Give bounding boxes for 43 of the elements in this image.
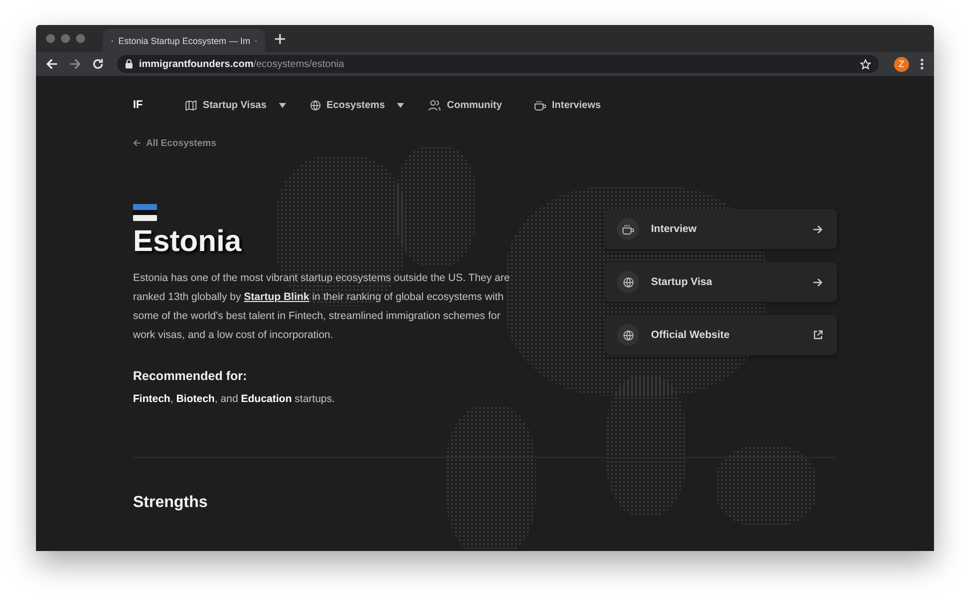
link-card[interactable]: Interview bbox=[605, 209, 837, 249]
startup-blink-link[interactable]: Startup Blink bbox=[244, 291, 310, 303]
section-heading: Strengths bbox=[133, 494, 209, 512]
window-zoom-button[interactable] bbox=[76, 34, 85, 43]
forward-arrow-icon[interactable] bbox=[69, 58, 81, 70]
country-title: Estonia bbox=[133, 225, 242, 259]
recommended-heading: Recommended for: bbox=[133, 369, 248, 383]
reload-icon[interactable] bbox=[92, 58, 104, 70]
nav-link[interactable]: Ecosystems bbox=[310, 100, 385, 110]
flag-icon bbox=[133, 204, 157, 221]
back-arrow-icon[interactable] bbox=[46, 58, 58, 70]
globe-icon bbox=[622, 276, 634, 288]
recommended-text: Fintech, Biotech, and Education startups. bbox=[133, 393, 336, 405]
caret-icon[interactable] bbox=[396, 102, 404, 108]
new-tab-icon[interactable] bbox=[275, 34, 285, 44]
caret-icon[interactable] bbox=[278, 102, 286, 108]
globe-icon bbox=[622, 330, 634, 340]
map-icon bbox=[184, 100, 197, 110]
nav-link[interactable]: Community bbox=[428, 100, 502, 110]
cup-icon bbox=[622, 224, 634, 234]
more-menu-icon[interactable] bbox=[920, 58, 924, 70]
cup-icon bbox=[534, 100, 546, 110]
site-logo[interactable]: IF bbox=[133, 99, 143, 111]
nav-link[interactable]: Interviews bbox=[534, 100, 601, 110]
url-text: immigrantfounders.com/ecosystems/estonia bbox=[139, 58, 346, 70]
back-link[interactable]: All Ecosystems bbox=[133, 138, 216, 148]
link-card[interactable]: Official Website bbox=[605, 315, 837, 355]
nav-link[interactable]: Startup Visas bbox=[184, 100, 267, 110]
bookmark-star-icon[interactable] bbox=[860, 58, 871, 70]
arrow-right-icon bbox=[813, 278, 823, 286]
link-card[interactable]: Startup Visa bbox=[605, 262, 837, 302]
window-close-button[interactable] bbox=[46, 34, 55, 43]
lock-icon bbox=[125, 59, 133, 69]
arrow-right-icon bbox=[813, 224, 823, 234]
globe-icon bbox=[310, 100, 321, 110]
description-paragraph: Estonia has one of the most vibrant startup ecosystems outside the US. They are ranked 13th globally by Startup Blink in their ranking of global ecosystems with some of the world's best talent in Fintech, streamlined immigration schemes for work visas, and a low cost of incorporation. bbox=[133, 271, 511, 343]
address-bar[interactable]: immigrantfounders.com/ecosystems/estonia bbox=[117, 55, 879, 73]
window-minimize-button[interactable] bbox=[61, 34, 70, 43]
back-arrow-icon bbox=[133, 139, 141, 147]
browser-tab[interactable]: Estonia Startup Ecosystem — Im bbox=[103, 29, 265, 52]
people-icon bbox=[428, 100, 441, 110]
external-link-icon bbox=[813, 330, 823, 340]
tab-title: Estonia Startup Ecosystem — Im bbox=[118, 36, 250, 46]
